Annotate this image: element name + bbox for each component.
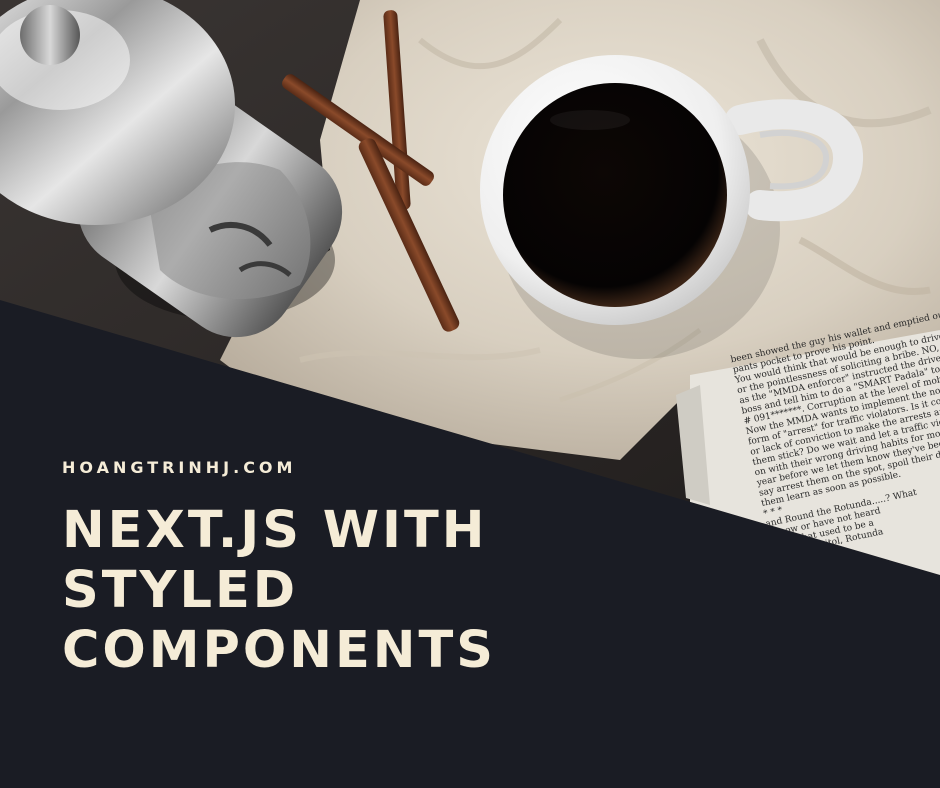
headline-line-2: STYLED: [62, 561, 299, 620]
title-block: HOANGTRINHJ.COM NEXT.JS WITH STYLED COMP…: [62, 458, 762, 681]
newspaper-line: has been seal: [773, 548, 836, 571]
headline: NEXT.JS WITH STYLED COMPONENTS: [62, 501, 762, 681]
poster: been showed the guy his wallet and empti…: [0, 0, 940, 788]
headline-line-1: NEXT.JS WITH: [62, 501, 488, 560]
headline-line-3: COMPONENTS: [62, 621, 496, 680]
site-label: HOANGTRINHJ.COM: [62, 458, 297, 477]
